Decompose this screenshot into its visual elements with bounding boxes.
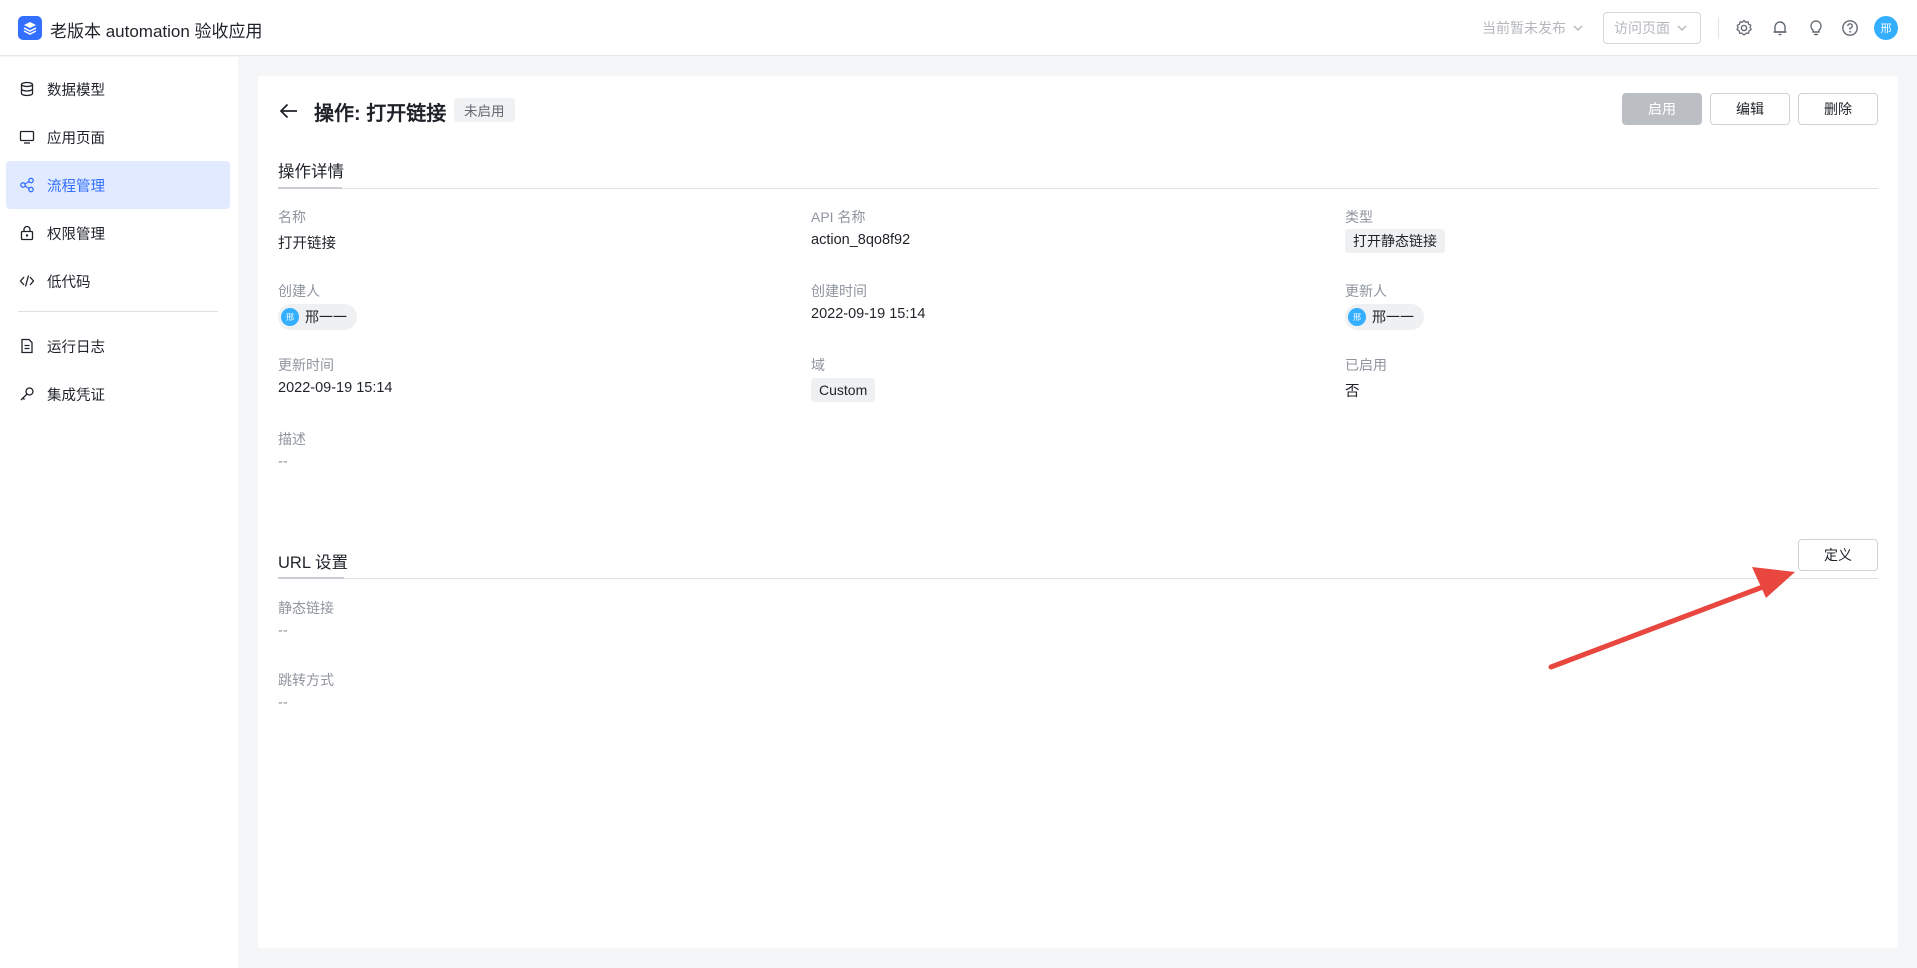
top-bar: 老版本 automation 验收应用 当前暂未发布 访问页面 邢 [0,0,1917,56]
details-section-underline [278,187,342,189]
details-section-title: 操作详情 [278,163,344,181]
updater-name: 邢一一 [1372,309,1414,325]
key-icon [20,387,34,401]
status-badge: 未启用 [454,98,515,122]
sidebar-item-label: 低代码 [47,274,91,291]
document-icon [21,338,33,354]
updated-time-value: 2022-09-19 15:14 [278,380,393,396]
lock-icon [20,225,34,241]
enabled-label: 已启用 [1345,357,1387,373]
sidebar-item-low-code[interactable]: 低代码 [6,257,230,305]
domain-label: 域 [811,357,825,373]
sidebar-item-permissions[interactable]: 权限管理 [6,209,230,257]
static-link-value: -- [278,623,288,639]
description-label: 描述 [278,431,306,447]
visit-page-label: 访问页面 [1614,20,1670,36]
flow-icon [20,177,34,193]
chevron-down-icon [1677,25,1687,31]
sidebar-item-credentials[interactable]: 集成凭证 [6,370,230,418]
url-settings-section-divider [278,578,1878,579]
url-settings-section-underline [278,577,344,579]
name-label: 名称 [278,209,306,225]
sidebar: 数据模型 应用页面 流程管理 权限管理 低代码 运行日志 集成凭证 [0,57,238,968]
name-value: 打开链接 [278,236,336,252]
details-section-divider [278,188,1878,189]
created-time-label: 创建时间 [811,283,867,299]
app-logo-icon [18,16,42,40]
type-tag: 打开静态链接 [1345,229,1445,253]
delete-button[interactable]: 删除 [1798,93,1878,125]
updated-time-label: 更新时间 [278,357,334,373]
domain-tag: Custom [811,378,876,402]
code-icon [19,275,35,287]
sidebar-item-label: 流程管理 [47,178,105,195]
avatar: 邢 [1348,308,1366,326]
sidebar-item-run-logs[interactable]: 运行日志 [6,322,230,370]
user-avatar[interactable]: 邢 [1874,16,1898,40]
define-button[interactable]: 定义 [1798,539,1878,571]
sidebar-item-data-model[interactable]: 数据模型 [6,65,230,113]
redirect-method-label: 跳转方式 [278,672,334,688]
description-value: -- [278,454,288,470]
sidebar-divider [18,311,218,312]
url-settings-section-title: URL 设置 [278,554,348,572]
sidebar-item-app-pages[interactable]: 应用页面 [6,113,230,161]
creator-label: 创建人 [278,283,320,299]
redirect-method-value: -- [278,695,288,711]
help-icon[interactable] [1839,17,1861,39]
monitor-icon [19,130,35,144]
api-name-value: action_8qo8f92 [811,232,911,248]
static-link-label: 静态链接 [278,600,334,616]
publish-status-label: 当前暂未发布 [1482,20,1566,36]
visit-page-dropdown[interactable]: 访问页面 [1603,12,1701,44]
action-detail-card: 操作: 打开链接 未启用 启用 编辑 删除 操作详情 名称 打开链接 API 名… [258,76,1898,948]
enable-button[interactable]: 启用 [1622,93,1702,125]
updater-label: 更新人 [1345,283,1387,299]
app-title: 老版本 automation 验收应用 [50,22,263,41]
lightbulb-icon[interactable] [1805,17,1827,39]
topbar-divider [1718,17,1719,39]
type-label: 类型 [1345,209,1373,225]
bell-icon[interactable] [1769,17,1791,39]
back-arrow-icon[interactable] [278,100,300,122]
settings-icon[interactable] [1733,17,1755,39]
page-title: 操作: 打开链接 [314,103,447,125]
sidebar-item-label: 数据模型 [47,82,105,99]
updater-user-chip[interactable]: 邢 邢一一 [1345,304,1424,330]
sidebar-item-label: 应用页面 [47,130,105,147]
publish-status-dropdown[interactable]: 当前暂未发布 [1482,12,1584,44]
created-time-value: 2022-09-19 15:14 [811,306,926,322]
avatar: 邢 [281,308,299,326]
sidebar-item-label: 运行日志 [47,339,105,356]
database-icon [20,81,34,97]
sidebar-item-label: 权限管理 [47,226,105,243]
api-name-label: API 名称 [811,209,866,225]
chevron-down-icon [1573,25,1583,31]
creator-name: 邢一一 [305,309,347,325]
edit-button[interactable]: 编辑 [1710,93,1790,125]
creator-user-chip[interactable]: 邢 邢一一 [278,304,357,330]
enabled-value: 否 [1345,384,1360,400]
sidebar-item-label: 集成凭证 [47,387,105,404]
sidebar-item-flow-management[interactable]: 流程管理 [6,161,230,209]
